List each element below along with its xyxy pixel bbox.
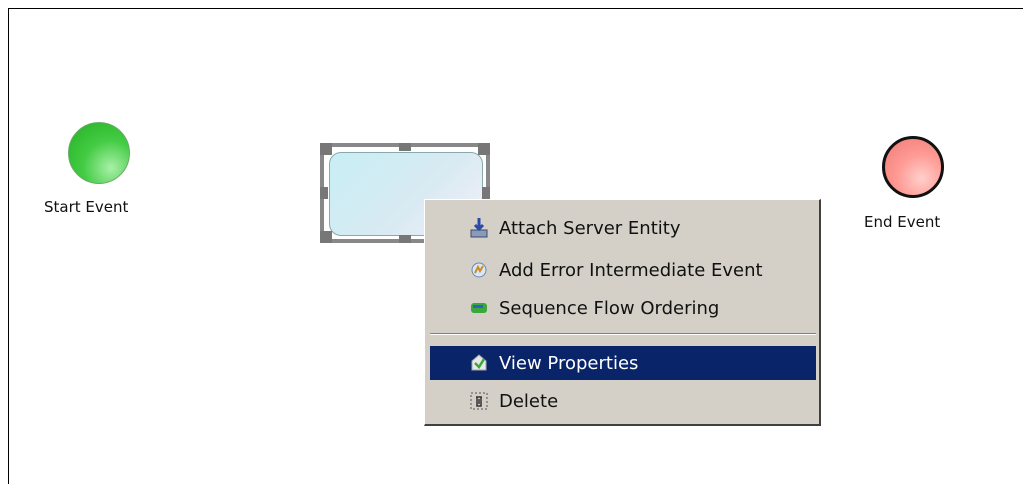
resize-handle-right[interactable]	[482, 187, 490, 199]
properties-icon	[468, 352, 490, 374]
resize-handle-bottom-left[interactable]	[320, 231, 332, 243]
menu-item-add-error-intermediate-event[interactable]: Add Error Intermediate Event	[430, 253, 816, 287]
menu-item-delete[interactable]: Delete	[430, 384, 816, 418]
resize-handle-top-left[interactable]	[320, 143, 332, 155]
menu-item-sequence-flow-ordering[interactable]: Sequence Flow Ordering	[430, 291, 816, 325]
menu-item-attach-server-entity[interactable]: Attach Server Entity	[430, 211, 816, 245]
menu-item-label: Sequence Flow Ordering	[499, 297, 720, 319]
end-event-shape[interactable]	[882, 136, 944, 198]
start-event-shape[interactable]	[68, 122, 130, 184]
delete-icon	[468, 390, 490, 412]
error-event-icon	[468, 259, 490, 281]
end-event-label: End Event	[864, 213, 941, 231]
menu-item-label: View Properties	[499, 352, 639, 374]
start-event-label: Start Event	[44, 198, 129, 216]
resize-handle-bottom[interactable]	[399, 235, 411, 243]
attach-server-icon	[468, 217, 490, 239]
resize-handle-top-right[interactable]	[478, 143, 490, 155]
menu-item-label: Delete	[499, 390, 559, 412]
menu-item-label: Add Error Intermediate Event	[499, 259, 763, 281]
menu-item-view-properties[interactable]: View Properties	[430, 346, 816, 380]
sequence-flow-icon	[468, 297, 490, 319]
resize-handle-left[interactable]	[320, 187, 328, 199]
context-menu: Attach Server Entity Add Error Intermedi…	[424, 199, 821, 426]
menu-separator	[430, 333, 816, 335]
menu-item-label: Attach Server Entity	[499, 217, 681, 239]
resize-handle-top[interactable]	[399, 143, 411, 151]
